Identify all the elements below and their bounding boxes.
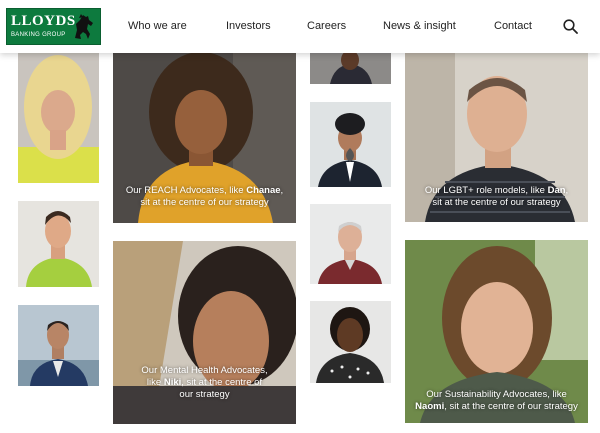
photo-woman-top: [310, 52, 391, 84]
nav-who-we-are[interactable]: Who we are: [128, 20, 187, 32]
photo-niki: Our Mental Health Advocates, like Niki, …: [113, 241, 296, 424]
photo-dan: Our LGBT+ role models, like Dan, sit at …: [405, 52, 588, 222]
site-header: LLOYDS BANKING GROUP Who we are Investor…: [0, 0, 600, 53]
photo-naomi: Our Sustainability Advocates, like Naomi…: [405, 240, 588, 423]
lloyds-logo[interactable]: LLOYDS BANKING GROUP: [6, 8, 101, 45]
logo-wordmark: LLOYDS: [11, 13, 76, 29]
photo-man-suit: [18, 305, 99, 386]
photo-man-turban: [310, 102, 391, 187]
chanae-caption: Our REACH Advocates, like Chanae, sit at…: [125, 185, 284, 208]
photo-woman-polka: [310, 301, 391, 383]
niki-caption: Our Mental Health Advocates, like Niki, …: [141, 365, 268, 400]
dan-caption: Our LGBT+ role models, like Dan, sit at …: [424, 185, 569, 208]
photo-chanae: Our REACH Advocates, like Chanae, sit at…: [113, 52, 296, 223]
photo-blonde-woman: [18, 52, 99, 183]
photo-older-man: [310, 204, 391, 284]
logo-subtitle: BANKING GROUP: [11, 32, 66, 38]
photo-man-green-shirt: [18, 201, 99, 287]
nav-careers[interactable]: Careers: [307, 20, 346, 32]
nav-news-insight[interactable]: News & insight: [383, 20, 456, 32]
nav-investors[interactable]: Investors: [226, 20, 271, 32]
black-horse-icon: [75, 14, 93, 39]
search-icon[interactable]: [563, 19, 578, 34]
nav-contact[interactable]: Contact: [494, 20, 532, 32]
naomi-caption: Our Sustainability Advocates, like Naomi…: [415, 389, 578, 412]
